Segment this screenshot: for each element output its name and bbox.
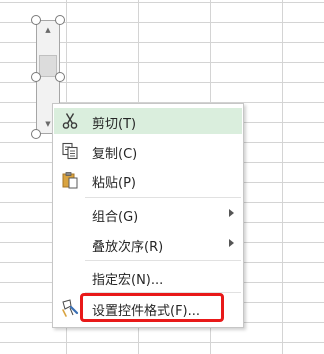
- menu-separator: [85, 260, 241, 261]
- resize-handle-middle-right[interactable]: [55, 72, 65, 82]
- menu-item-copy[interactable]: 复制(C): [54, 138, 242, 164]
- menu-item-label: 指定宏(N)...: [92, 273, 164, 288]
- menu-item-cut[interactable]: 剪切(T): [54, 108, 242, 134]
- menu-item-order[interactable]: 叠放次序(R): [54, 231, 242, 257]
- scroll-up-arrow-icon[interactable]: ▲: [37, 23, 59, 37]
- menu-item-paste[interactable]: 粘贴(P): [54, 167, 242, 193]
- menu-item-group[interactable]: 组合(G): [54, 201, 242, 227]
- menu-item-assign-macro[interactable]: 指定宏(N)...: [54, 264, 242, 290]
- format-control-icon: [59, 298, 81, 318]
- menu-item-label: 粘贴(P): [92, 176, 136, 191]
- scissors-icon: [59, 111, 81, 131]
- menu-separator: [85, 197, 241, 198]
- menu-item-label: 剪切(T): [92, 117, 137, 132]
- red-highlight-box: [80, 293, 224, 322]
- resize-handle-bottom-left[interactable]: [31, 129, 41, 139]
- resize-handle-top-left[interactable]: [31, 15, 41, 25]
- scroll-thumb[interactable]: [39, 55, 57, 77]
- resize-handle-middle-left[interactable]: [31, 72, 41, 82]
- paste-icon: [59, 170, 81, 190]
- copy-icon: [59, 141, 81, 161]
- submenu-arrow-icon: [229, 239, 234, 247]
- menu-item-label: 复制(C): [92, 147, 138, 162]
- resize-handle-top-right[interactable]: [55, 15, 65, 25]
- menu-item-label: 组合(G): [92, 210, 139, 225]
- menu-item-label: 叠放次序(R): [92, 240, 164, 255]
- submenu-arrow-icon: [229, 209, 234, 217]
